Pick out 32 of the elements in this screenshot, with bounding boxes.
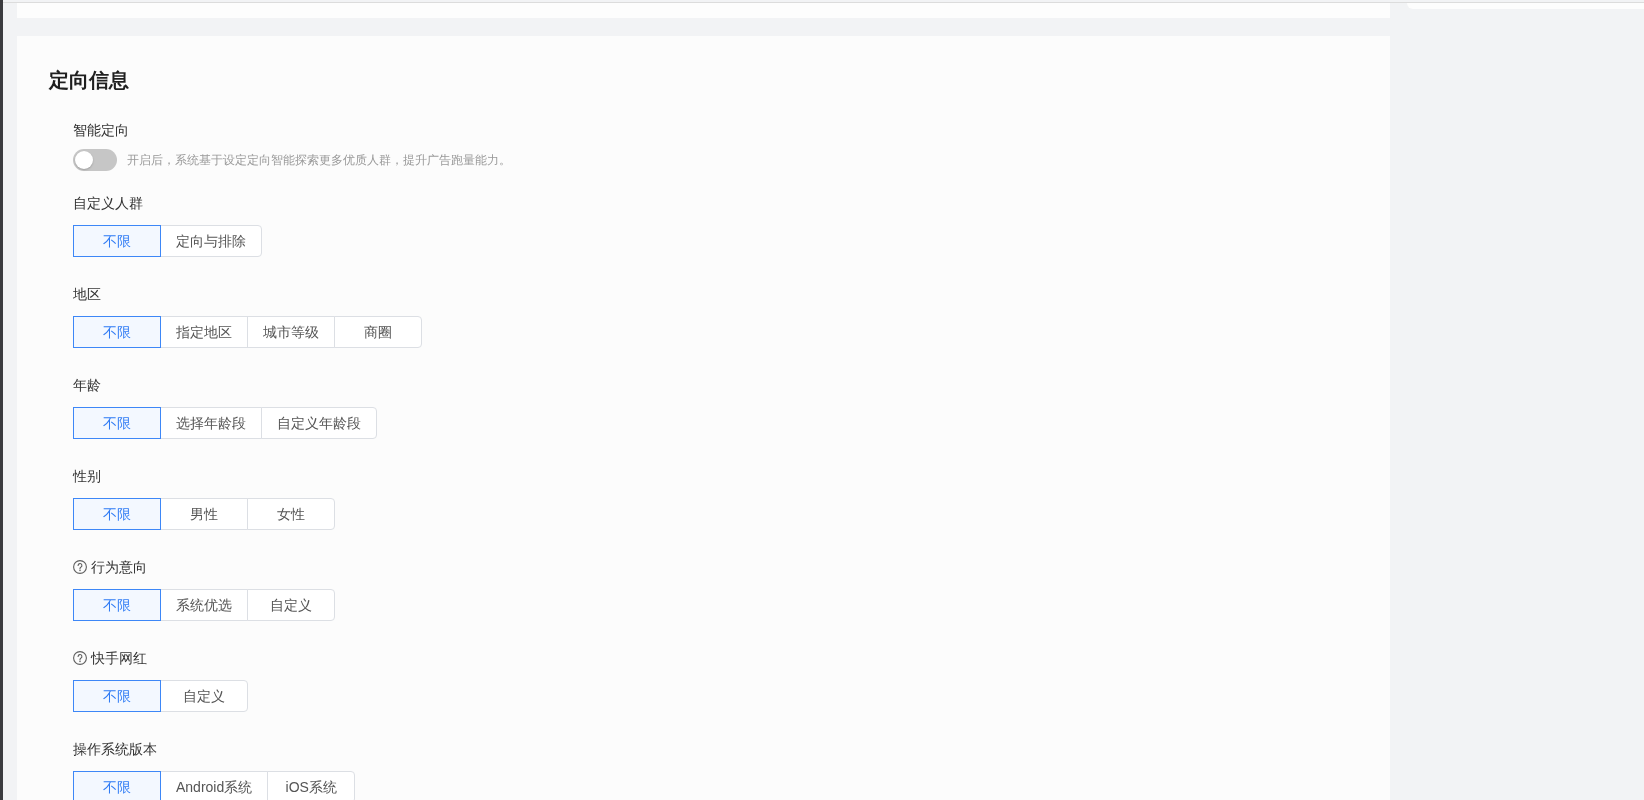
field-label: 自定义人群 bbox=[73, 194, 143, 213]
field-label: 性别 bbox=[73, 467, 101, 486]
segment-button[interactable]: 男性 bbox=[160, 498, 248, 530]
segment-button[interactable]: 自定义 bbox=[247, 589, 335, 621]
segment-button[interactable]: 系统优选 bbox=[160, 589, 248, 621]
segment-button[interactable]: 指定地区 bbox=[160, 316, 248, 348]
help-icon[interactable] bbox=[73, 651, 87, 665]
toggle-switch[interactable] bbox=[73, 149, 117, 171]
field-label: 地区 bbox=[73, 285, 101, 304]
field-label: 智能定向 bbox=[73, 121, 129, 140]
help-icon[interactable] bbox=[73, 560, 87, 574]
segment-button[interactable]: 自定义 bbox=[160, 680, 248, 712]
segment-button[interactable]: 女性 bbox=[247, 498, 335, 530]
segment-button[interactable]: 定向与排除 bbox=[160, 225, 262, 257]
segment-button[interactable]: 不限 bbox=[73, 498, 161, 530]
segment-button[interactable]: 城市等级 bbox=[247, 316, 335, 348]
segment-button[interactable]: 不限 bbox=[73, 771, 161, 800]
segment-button[interactable]: 不限 bbox=[73, 225, 161, 257]
segment-button[interactable]: 自定义年龄段 bbox=[261, 407, 377, 439]
field-label: 操作系统版本 bbox=[73, 740, 157, 759]
segment-button[interactable]: 不限 bbox=[73, 589, 161, 621]
segment-button[interactable]: 商圈 bbox=[334, 316, 422, 348]
segment-button[interactable]: iOS系统 bbox=[267, 771, 356, 800]
segment-button[interactable]: 选择年龄段 bbox=[160, 407, 262, 439]
field-label: 年龄 bbox=[73, 376, 101, 395]
hint-text: 开启后，系统基于设定定向智能探索更多优质人群，提升广告跑量能力。 bbox=[127, 152, 511, 169]
segment-button[interactable]: 不限 bbox=[73, 680, 161, 712]
field-label: 行为意向 bbox=[91, 558, 147, 577]
field-label: 快手网红 bbox=[91, 649, 147, 668]
segment-button[interactable]: 不限 bbox=[73, 407, 161, 439]
segment-button[interactable]: 不限 bbox=[73, 316, 161, 348]
section-title: 定向信息 bbox=[49, 68, 129, 93]
